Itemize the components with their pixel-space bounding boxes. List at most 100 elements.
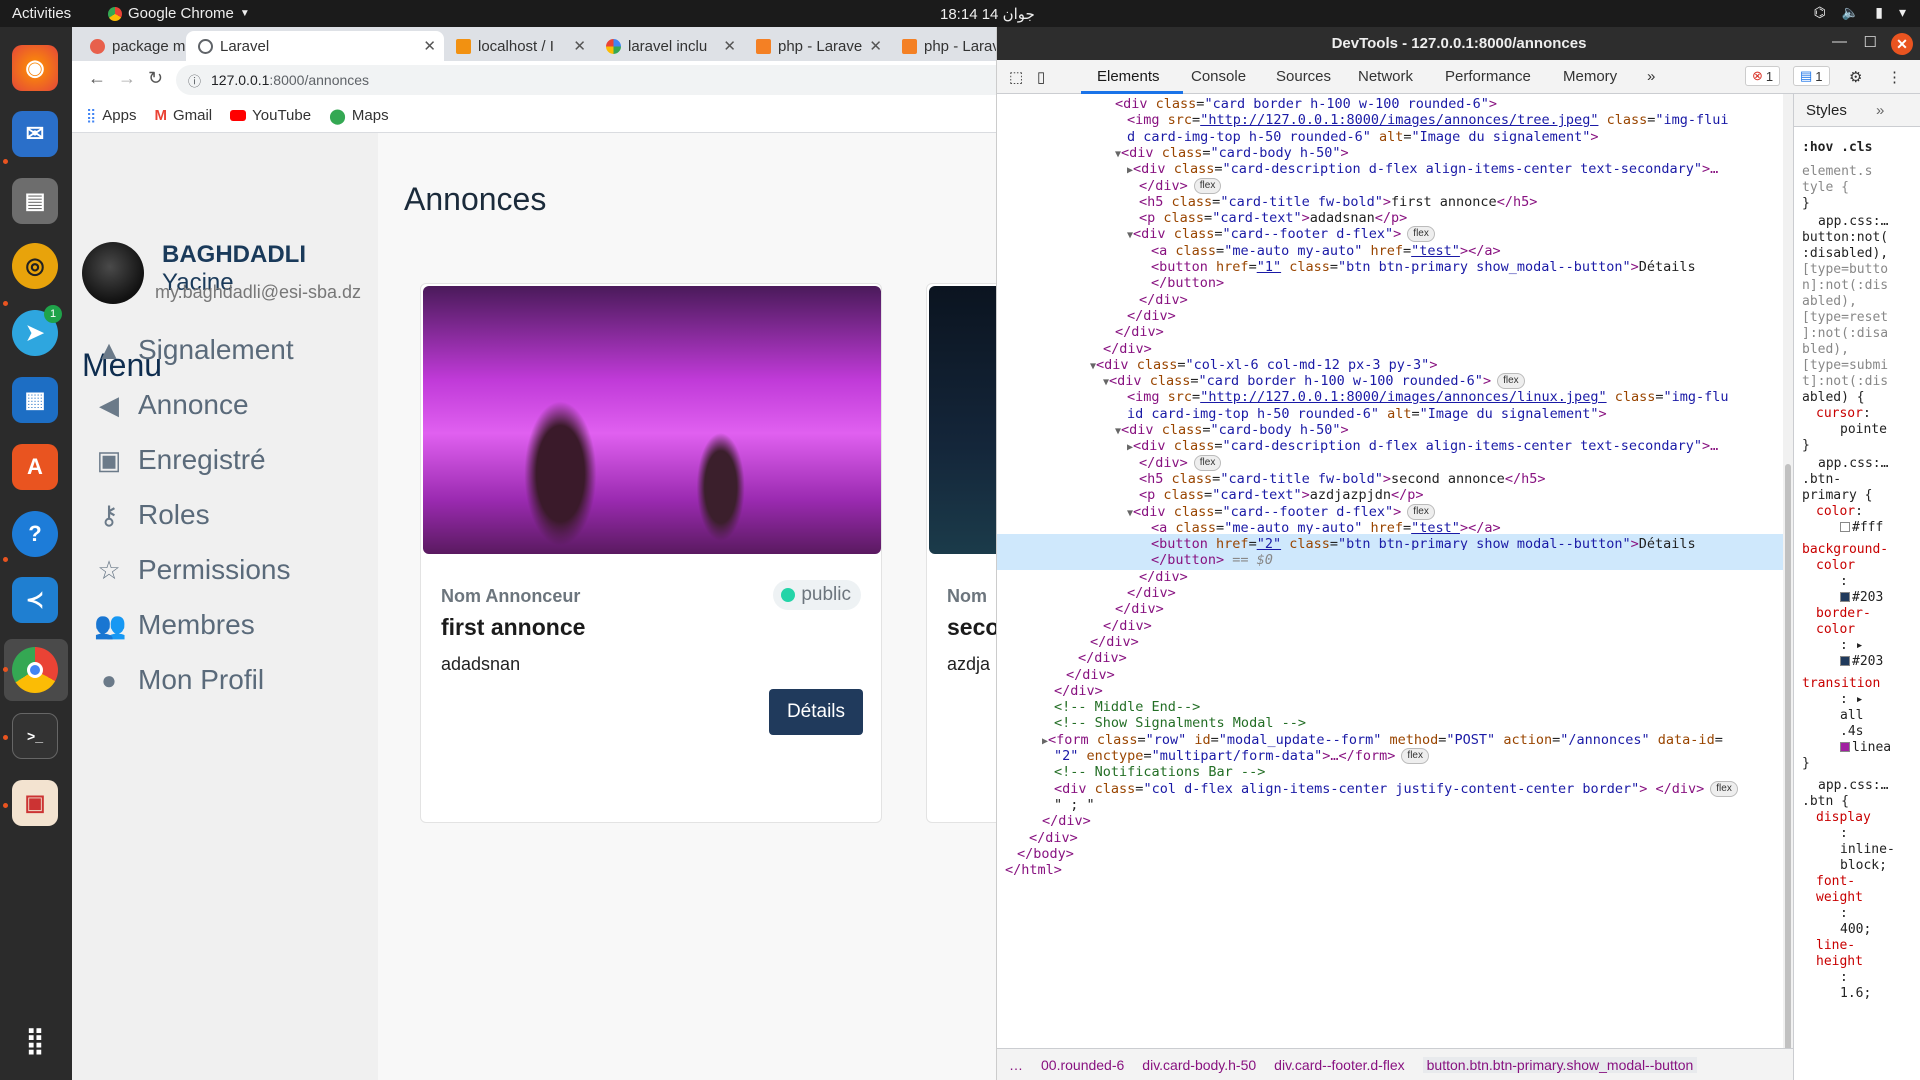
close-icon[interactable]: ✕ — [1891, 33, 1913, 55]
sidebar-item-enregistre[interactable]: ▣ Enregistré — [94, 440, 266, 480]
settings-icon[interactable]: ⚙ — [1849, 68, 1862, 86]
bookmark-label: YouTube — [252, 107, 312, 124]
dock: ◉ ✉ ▤ ◎ ➤ 1 ▦ A ? ≺ >_ ▣ ⣿ — [0, 27, 72, 1080]
software-center-icon[interactable]: A — [12, 444, 58, 490]
annonce-image — [929, 286, 996, 554]
details-button[interactable]: Détails — [769, 689, 863, 735]
more-panes-icon[interactable]: » — [1876, 102, 1884, 119]
user-email: my.baghdadli@esi-sba.dz — [155, 282, 362, 302]
back-icon[interactable]: ← — [88, 68, 106, 89]
inspect-icon[interactable]: ⬚ — [1009, 68, 1023, 86]
tab-elements[interactable]: Elements — [1097, 68, 1160, 85]
sidebar-item-label: Permissions — [138, 554, 291, 585]
rhythmbox-icon[interactable]: ◎ — [12, 243, 58, 289]
sidebar-item-membres[interactable]: 👥 Membres — [94, 605, 255, 645]
message-count[interactable]: ▤ 1 — [1793, 66, 1830, 86]
tab-memory[interactable]: Memory — [1563, 68, 1617, 85]
bookmark-maps[interactable]: ⬤ Maps — [329, 107, 388, 125]
vscode-icon[interactable]: ≺ — [12, 577, 58, 623]
bookmark-apps[interactable]: ⣿ Apps — [86, 107, 136, 124]
message-icon: ▤ — [1800, 68, 1813, 83]
sidebar-item-roles[interactable]: ⚷ Roles — [94, 495, 209, 535]
breadcrumb: … 00.rounded-6 div.card-body.h-50 div.ca… — [997, 1048, 1793, 1080]
style-rule: #203 — [1840, 654, 1883, 670]
tab-styles[interactable]: Styles — [1806, 102, 1847, 119]
files-icon[interactable]: ▤ — [12, 178, 58, 224]
style-rule: abled), — [1802, 294, 1857, 309]
styles-pane: Styles » :hov .cls element.s tyle { } ap… — [1793, 94, 1920, 1080]
tab-console[interactable]: Console — [1191, 68, 1246, 85]
filter-hov[interactable]: :hov .cls — [1802, 140, 1872, 156]
error-count[interactable]: ⊗ 1 — [1745, 66, 1781, 86]
elements-scrollbar[interactable] — [1783, 94, 1793, 1076]
style-rule: color: — [1816, 504, 1863, 519]
volume-icon: 🔈 — [1841, 4, 1860, 20]
tab-laravel[interactable]: Laravel ✕ — [186, 31, 444, 61]
document-viewer-icon[interactable]: ▣ — [12, 780, 58, 826]
avatar[interactable] — [82, 242, 144, 304]
tab-localhost[interactable]: localhost / I ✕ — [444, 31, 594, 61]
sidebar-item-mon-profil[interactable]: ● Mon Profil — [94, 660, 264, 700]
thunderbird-icon[interactable]: ✉ — [12, 111, 58, 157]
sidebar-item-signalement[interactable]: ▲ Signalement — [94, 330, 294, 370]
bookmark-label: Gmail — [172, 107, 213, 124]
style-rule: background- — [1802, 542, 1889, 557]
browser-window: package ma ✕ Laravel ✕ localhost / I ✕ l… — [72, 27, 1028, 133]
firefox-icon[interactable]: ◉ — [12, 45, 58, 91]
sidebar-item-permissions[interactable]: ☆ Permissions — [94, 550, 290, 590]
elements-tree[interactable]: <div class="card border h-100 w-100 roun… — [997, 94, 1793, 1076]
warning-icon: ▲ — [96, 334, 122, 365]
web-page: BAGHDADLI Yacine my.baghdadli@esi-sba.dz… — [72, 133, 996, 1080]
breadcrumb-item[interactable]: div.card--footer.d-flex — [1274, 1057, 1404, 1073]
style-rule: inline- — [1840, 842, 1895, 857]
maximize-icon[interactable]: ☐ — [1864, 33, 1877, 51]
breadcrumb-item[interactable]: … — [1009, 1057, 1023, 1073]
show-apps-icon[interactable]: ⣿ — [12, 1017, 58, 1063]
sidebar-item-annonce[interactable]: ◀ Annonce — [94, 385, 249, 425]
breadcrumb-item[interactable]: button.btn.btn-primary.show_modal--butto… — [1422, 1056, 1698, 1073]
sidebar-item-label: Mon Profil — [138, 664, 265, 695]
tab-performance[interactable]: Performance — [1445, 68, 1531, 85]
bookmark-gmail[interactable]: M Gmail — [154, 107, 212, 124]
dom-node-line[interactable]: </html> — [997, 860, 1793, 880]
chrome-dock-icon[interactable] — [12, 647, 58, 693]
more-options-icon[interactable]: ⋮ — [1887, 68, 1902, 86]
close-icon[interactable]: ✕ — [869, 37, 882, 55]
help-icon[interactable]: ? — [12, 511, 58, 557]
breadcrumb-item[interactable]: div.card-body.h-50 — [1142, 1057, 1256, 1073]
minimize-icon[interactable]: — — [1832, 33, 1847, 50]
style-rule: 1.6; — [1840, 986, 1872, 1001]
terminal-icon[interactable]: >_ — [12, 713, 58, 759]
more-tabs-icon[interactable]: » — [1647, 68, 1655, 85]
tab-network[interactable]: Network — [1358, 68, 1413, 85]
style-rule: #203 — [1840, 590, 1883, 606]
activities-button[interactable]: Activities — [12, 5, 71, 22]
close-icon[interactable]: ✕ — [723, 37, 736, 55]
writer-icon[interactable]: ▦ — [12, 377, 58, 423]
youtube-icon — [230, 110, 247, 121]
address-bar[interactable]: ⓘ 127.0.0.1:8000/annonces — [176, 65, 996, 95]
close-icon[interactable]: ✕ — [573, 37, 586, 55]
bookmark-youtube[interactable]: YouTube — [230, 107, 311, 124]
device-toolbar-icon[interactable]: ▯ — [1037, 68, 1045, 86]
system-tray[interactable]: ⌬ 🔈 ▮ ▾ — [1814, 4, 1906, 21]
card-text: azdja — [947, 654, 991, 674]
style-rule: t]:not(:dis — [1802, 374, 1889, 389]
tab-php-laravel-1[interactable]: php - Larave ✕ — [744, 31, 890, 61]
gmail-icon: M — [154, 107, 167, 124]
tab-sources[interactable]: Sources — [1276, 68, 1331, 85]
tab-laravel-include[interactable]: laravel inclu ✕ — [594, 31, 744, 61]
app-menu[interactable]: Google Chrome ▼ — [108, 5, 250, 22]
url-path: :8000/annonces — [269, 72, 370, 88]
reload-icon[interactable]: ↻ — [148, 68, 163, 89]
network-icon: ⌬ — [1813, 4, 1826, 20]
forward-icon[interactable]: → — [118, 68, 136, 89]
style-rule: border- — [1816, 606, 1871, 621]
filter-cls[interactable]: .cls — [1841, 140, 1872, 155]
close-icon[interactable]: ✕ — [423, 37, 436, 55]
users-icon: 👥 — [94, 609, 127, 640]
clock[interactable]: 18:14 جوان 14 — [940, 5, 1035, 23]
style-rule: abled) { — [1802, 390, 1865, 405]
info-icon: ⓘ — [188, 73, 202, 89]
breadcrumb-item[interactable]: 00.rounded-6 — [1041, 1057, 1124, 1073]
